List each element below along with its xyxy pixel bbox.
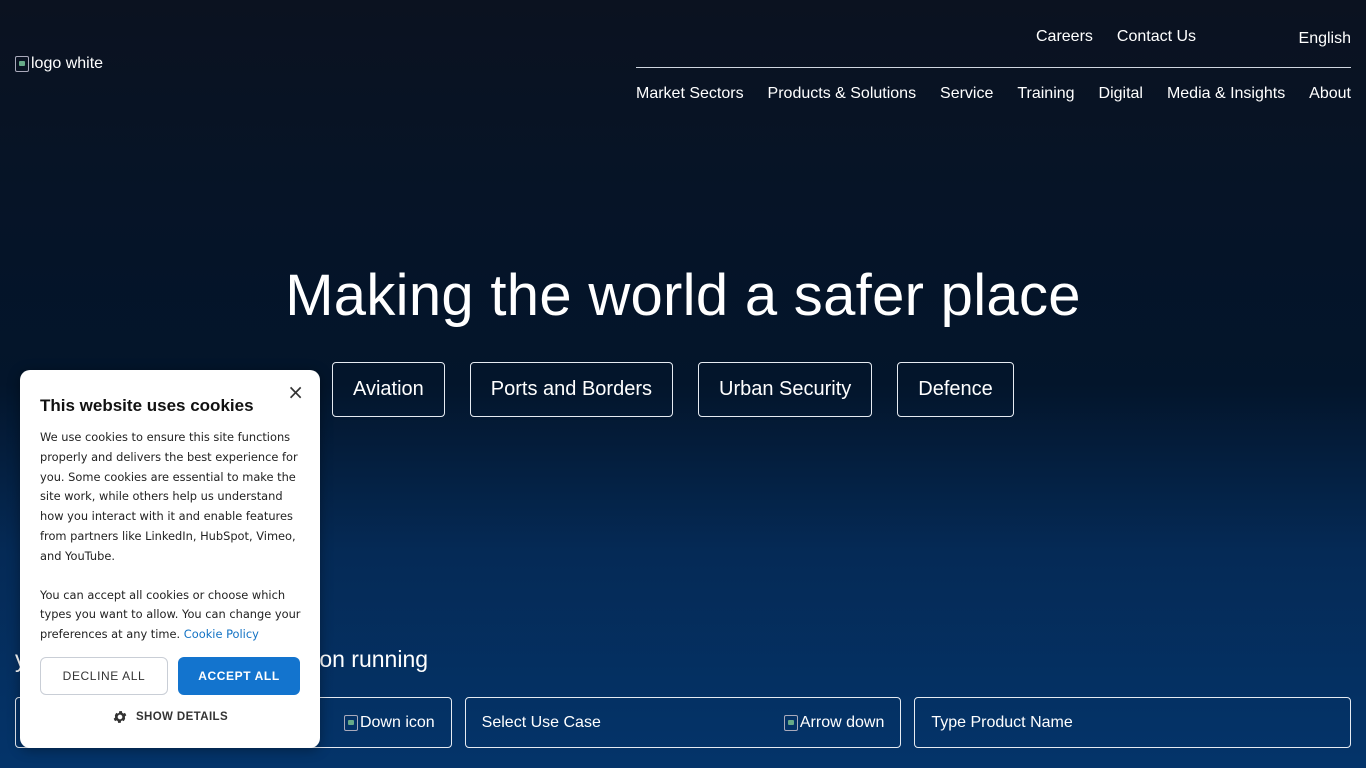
language-selector[interactable]: English bbox=[1299, 30, 1351, 48]
cookie-policy-link[interactable]: Cookie Policy bbox=[184, 627, 259, 641]
broken-image-icon bbox=[15, 56, 29, 72]
nav-service[interactable]: Service bbox=[940, 85, 993, 103]
logo-alt-text: logo white bbox=[31, 55, 104, 72]
cookie-text: We use cookies to ensure this site funct… bbox=[40, 428, 302, 645]
broken-image-icon bbox=[783, 714, 798, 731]
site-logo[interactable]: logo white bbox=[15, 55, 103, 73]
broken-image-icon bbox=[343, 714, 358, 731]
use-case-label: Select Use Case bbox=[481, 713, 601, 731]
cookie-title: This website uses cookies bbox=[40, 396, 254, 415]
top-links: Careers Contact Us bbox=[1036, 28, 1196, 46]
product-name-input[interactable]: Type Product Name bbox=[914, 697, 1352, 748]
ports-borders-button[interactable]: Ports and Borders bbox=[469, 362, 673, 417]
nav-training[interactable]: Training bbox=[1017, 85, 1074, 103]
cookie-body-2: You can accept all cookies or choose whi… bbox=[40, 586, 302, 645]
product-name-placeholder: Type Product Name bbox=[931, 713, 1073, 731]
show-details-label: SHOW DETAILS bbox=[135, 711, 229, 723]
urban-security-button[interactable]: Urban Security bbox=[698, 362, 873, 417]
defence-button[interactable]: Defence bbox=[897, 362, 1014, 417]
down-icon-alt: Down icon bbox=[359, 713, 435, 731]
down-icon: Down icon bbox=[343, 713, 435, 732]
main-nav: Market Sectors Products & Solutions Serv… bbox=[636, 85, 1351, 103]
aviation-button[interactable]: Aviation bbox=[332, 362, 445, 417]
contact-us-link[interactable]: Contact Us bbox=[1117, 28, 1196, 46]
nav-media-insights[interactable]: Media & Insights bbox=[1167, 85, 1285, 103]
decline-all-button[interactable]: DECLINE ALL bbox=[40, 657, 168, 695]
cookie-body-1: We use cookies to ensure this site funct… bbox=[40, 430, 298, 563]
careers-link[interactable]: Careers bbox=[1036, 28, 1093, 46]
cookie-buttons: DECLINE ALL ACCEPT ALL bbox=[40, 657, 300, 695]
cookie-dialog: × This website uses cookies We use cooki… bbox=[20, 370, 320, 748]
arrow-down-icon: Arrow down bbox=[783, 713, 885, 732]
header-divider bbox=[636, 67, 1351, 68]
gear-icon bbox=[113, 711, 127, 723]
close-icon[interactable]: × bbox=[287, 382, 304, 402]
nav-about[interactable]: About bbox=[1309, 85, 1351, 103]
nav-market-sectors[interactable]: Market Sectors bbox=[636, 85, 744, 103]
accept-all-button[interactable]: ACCEPT ALL bbox=[178, 657, 300, 695]
nav-digital[interactable]: Digital bbox=[1099, 85, 1143, 103]
cookie-body-2-text: You can accept all cookies or choose whi… bbox=[40, 587, 301, 642]
sector-buttons: Aviation Ports and Borders Urban Securit… bbox=[332, 362, 1014, 417]
arrow-down-alt: Arrow down bbox=[799, 713, 885, 731]
nav-products-solutions[interactable]: Products & Solutions bbox=[768, 85, 917, 103]
show-details-button[interactable]: SHOW DETAILS bbox=[20, 709, 320, 725]
use-case-select[interactable]: Select Use Case Arrow down bbox=[464, 697, 902, 748]
hero-title: Making the world a safer place bbox=[285, 263, 1081, 328]
